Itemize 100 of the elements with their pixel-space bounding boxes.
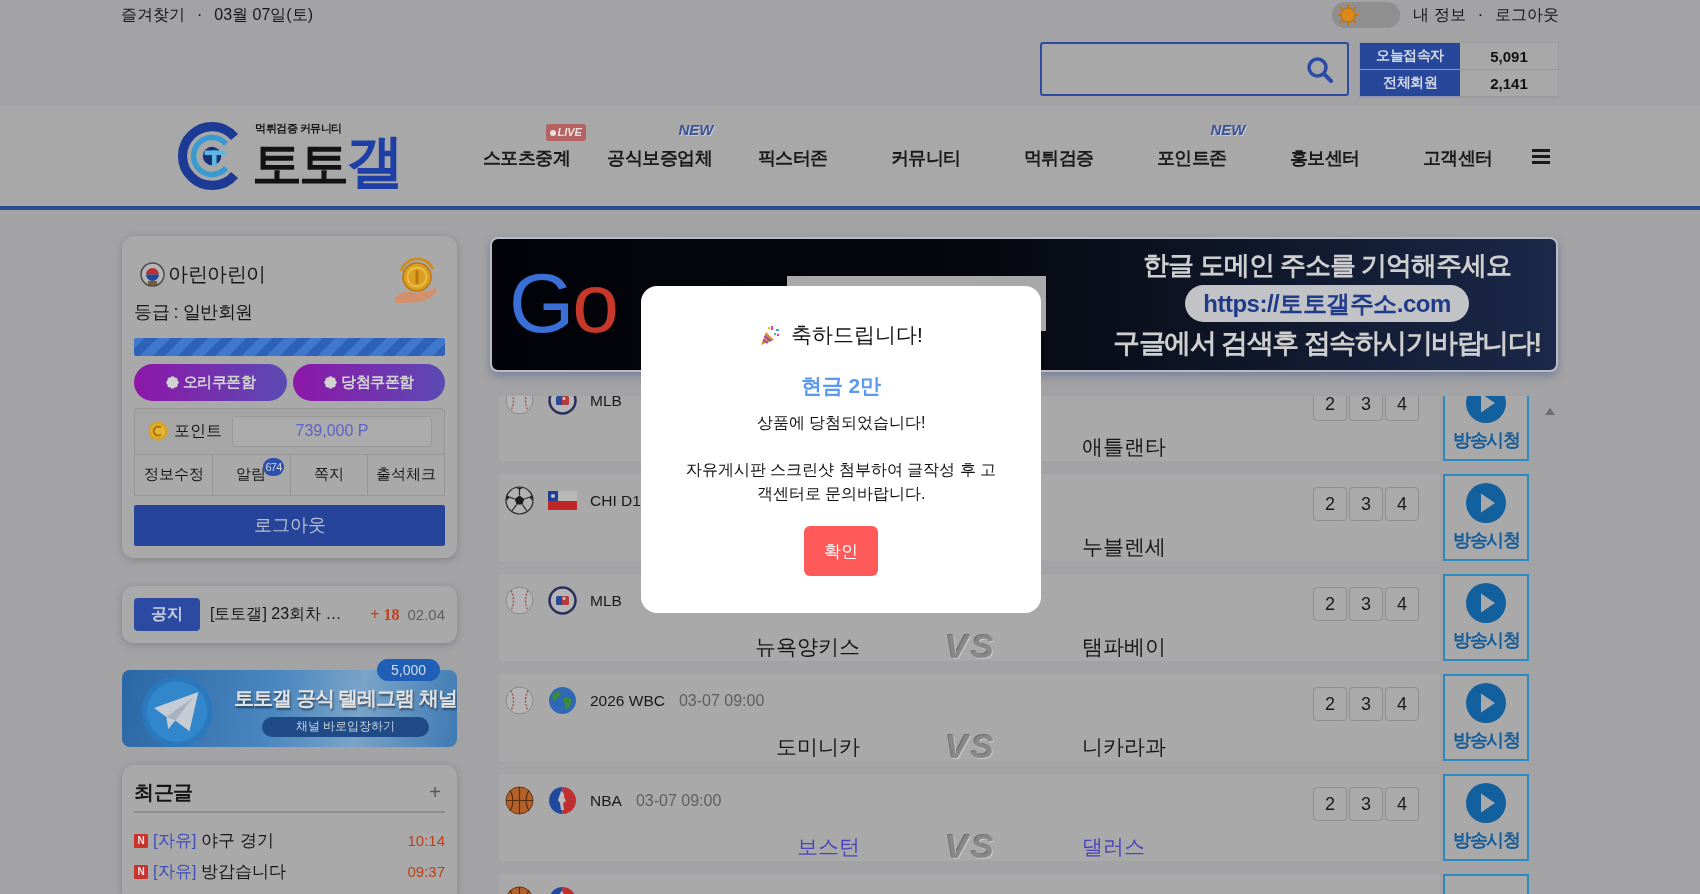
nav-link[interactable]: 고객센터 [1422, 146, 1493, 170]
flower-icon [165, 375, 179, 389]
telegram-title: 토토갤 공식 텔레그램 채널 [234, 685, 457, 711]
prize-amount: 현금 2만 [800, 373, 882, 399]
section-title: 최근글 [134, 779, 193, 805]
odds-button[interactable]: 2 [1313, 687, 1347, 721]
url-label: https://토토갤주소.com [1185, 285, 1469, 322]
odds-button[interactable]: 3 [1349, 587, 1383, 621]
odds-button[interactable]: 4 [1385, 487, 1419, 521]
away-team: 탬파베이 [1082, 634, 1166, 660]
menu-icon[interactable] [1532, 148, 1550, 164]
points-badge: 5,000 [376, 659, 440, 681]
globe-icon [548, 686, 577, 715]
flower-icon [324, 375, 337, 389]
baseball-icon [505, 686, 534, 715]
record-dot-icon [549, 129, 556, 136]
versus-label: VS [945, 833, 997, 860]
party-popper-icon [759, 324, 782, 346]
notice-date: 02.04 [407, 606, 445, 623]
logout-link[interactable]: 로그아웃 [1495, 5, 1559, 25]
channel-button[interactable]: 채널 바로입장하기 [262, 716, 430, 737]
modal-message: 상품에 당첨되었습니다! [756, 413, 926, 433]
odds-button[interactable]: 3 [1349, 487, 1383, 521]
stat-label: 전체회원 [1360, 70, 1460, 97]
odds-button[interactable]: 3 [1349, 787, 1383, 821]
league-name: NBA [590, 791, 622, 810]
nav-link[interactable]: 홍보센터 [1289, 146, 1360, 170]
notice-tag: 공지 [134, 598, 200, 631]
away-team: 누블렌세 [1082, 534, 1166, 560]
post-time: 10:14 [407, 832, 445, 849]
nav-link[interactable]: 픽스터존 [757, 146, 828, 170]
odds-button[interactable]: 4 [1385, 396, 1419, 421]
new-label: NEW [678, 121, 714, 139]
odds-button[interactable]: 4 [1385, 687, 1419, 721]
new-mark: N [134, 833, 148, 848]
nav-link[interactable]: 스포츠중계 [482, 146, 571, 170]
post-link[interactable]: 야구 경기 [201, 829, 408, 852]
league-name: CHI D1 [590, 491, 641, 510]
home-team: 보스턴 [797, 834, 860, 860]
nav-link[interactable]: 공식보증업체 [607, 146, 712, 170]
theme-toggle[interactable] [1332, 2, 1401, 28]
logout-button[interactable]: 로그아웃 [134, 504, 445, 546]
points-label: 포인트 [174, 420, 222, 441]
league-logo-icon [548, 586, 577, 615]
odds-button[interactable]: 3 [1349, 687, 1383, 721]
account-menu-link[interactable]: 쪽지 [313, 465, 344, 485]
away-team: 니카라과 [1082, 734, 1166, 760]
post-time: 09:37 [407, 863, 445, 880]
stat-value: 5,091 [1460, 43, 1558, 70]
search-field[interactable] [1040, 42, 1349, 96]
my-info-link[interactable]: 내 정보 [1413, 5, 1466, 25]
banner-headline: 한글 도메인 주소를 기억해주세요 [1142, 250, 1512, 280]
league-logo-icon [548, 786, 577, 815]
account-menu-link[interactable]: 정보수정 [143, 465, 204, 485]
new-label: NEW [1210, 121, 1246, 139]
nav-link[interactable]: 커뮤니티 [890, 146, 961, 170]
home-team: 뉴욕양키스 [755, 634, 860, 660]
baseball-icon [505, 586, 534, 615]
coupon-button[interactable]: 당첨쿠폰함 [292, 363, 445, 401]
modal-title: 축하드립니다! [791, 322, 923, 348]
odds-button[interactable]: 2 [1313, 487, 1347, 521]
search-icon[interactable] [1306, 55, 1333, 83]
odds-button[interactable]: 4 [1385, 787, 1419, 821]
logo-tagline: 먹튀검증 커뮤니티 [255, 122, 342, 135]
nav-link[interactable]: 먹튀검증 [1023, 146, 1094, 170]
coupon-button[interactable]: 오리쿠폰함 [134, 363, 287, 401]
odds-button[interactable]: 2 [1313, 587, 1347, 621]
odds-button[interactable]: 3 [1349, 396, 1383, 421]
odds-button[interactable]: 2 [1313, 396, 1347, 421]
date-text: 03월 07일(토) [214, 5, 314, 25]
comment-count: + 18 [370, 605, 400, 624]
league-name: 2026 WBC [590, 691, 665, 710]
soccer-ball-icon [505, 486, 534, 515]
favorites-link[interactable]: 즐겨찾기 [121, 5, 185, 25]
versus-label: VS [945, 633, 997, 660]
member-grade: 등급 : 일반회원 [134, 301, 254, 324]
live-label: LIVE [557, 125, 582, 140]
stat-label: 오늘접속자 [1360, 43, 1460, 70]
separator-dot: · [1477, 5, 1483, 25]
play-icon [1466, 683, 1506, 723]
odds-button[interactable]: 2 [1313, 787, 1347, 821]
modal-instructions: 자유게시판 스크린샷 첨부하여 글작성 후 고객센터로 문의바랍니다. [684, 460, 998, 504]
match-time: 03-07 09:00 [678, 691, 765, 710]
account-menu-link[interactable]: 출석체크 [375, 465, 436, 485]
nickname: 아린아린이 [168, 261, 266, 287]
away-team: 애틀랜타 [1082, 434, 1166, 460]
play-icon [1466, 783, 1506, 823]
odds-button[interactable]: 4 [1385, 587, 1419, 621]
basketball-icon [505, 786, 534, 815]
logo-text: Go [509, 257, 618, 348]
nav-link[interactable]: 포인트존 [1156, 146, 1227, 170]
count-badge: 674 [263, 457, 284, 476]
league-name: MLB [590, 591, 622, 610]
logo-wordmark: 토토갤 [252, 135, 401, 190]
notice-link[interactable]: [토토갤] 23회차 … [210, 604, 371, 625]
banner-footer: 구글에서 검색후 접속하시기바랍니다! [1113, 327, 1541, 359]
post-link[interactable]: 방갑습니다 [201, 860, 408, 883]
points-display: 739,000 P [232, 415, 432, 447]
match-time: 03-07 09:00 [635, 791, 722, 810]
scroll-up-icon[interactable] [1544, 408, 1555, 415]
